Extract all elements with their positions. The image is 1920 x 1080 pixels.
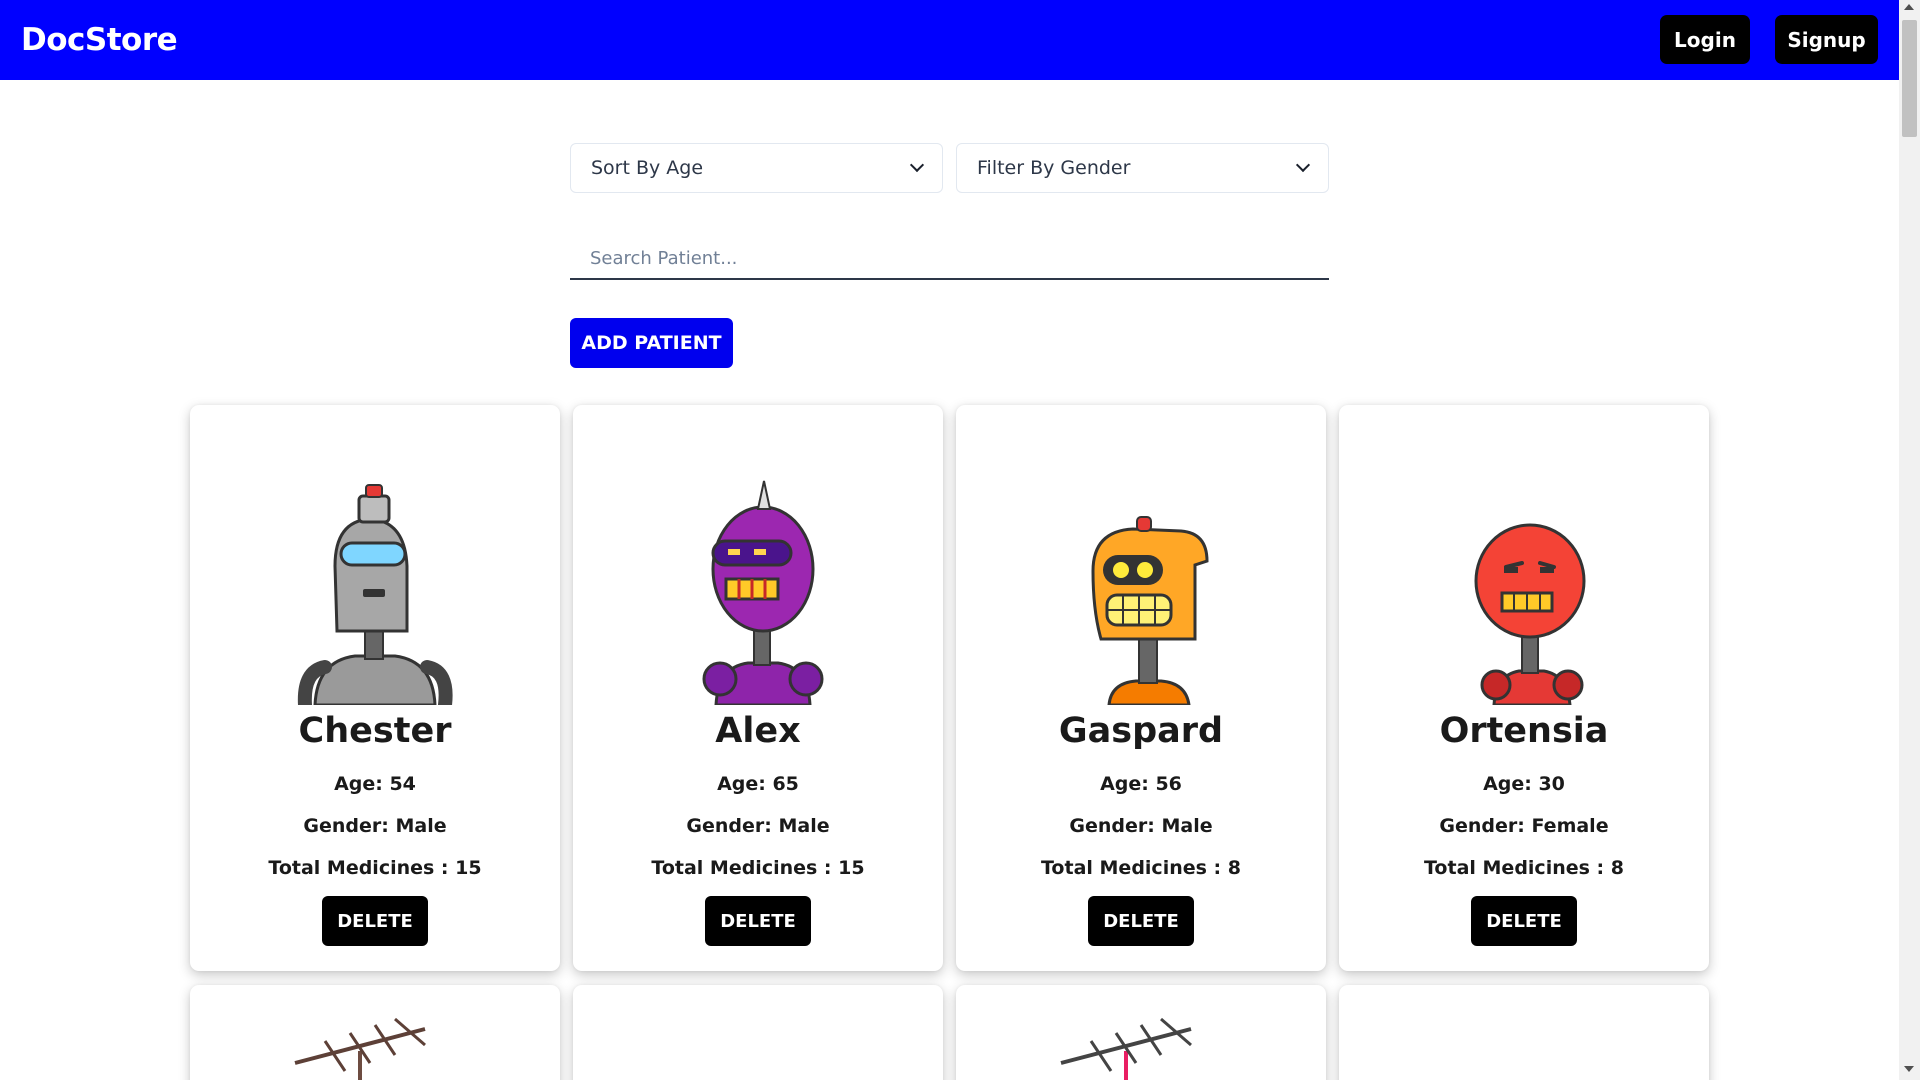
delete-button[interactable]: DELETE — [322, 896, 428, 946]
patient-total-medicines: Total Medicines : 15 — [268, 857, 482, 879]
brand-logo[interactable]: DocStore — [21, 22, 178, 58]
antenna-robot-icon — [1060, 1017, 1192, 1080]
patient-age: Age: 30 — [1483, 773, 1565, 795]
patient-total-medicines: Total Medicines : 8 — [1041, 857, 1241, 879]
patient-card: Gaspard Age: 56 Gender: Male Total Medic… — [956, 405, 1326, 971]
delete-button[interactable]: DELETE — [1088, 896, 1194, 946]
chevron-down-icon — [909, 157, 925, 173]
patient-name: Alex — [715, 711, 801, 751]
grey-robot-icon — [297, 484, 453, 705]
signup-button[interactable]: Signup — [1775, 15, 1878, 64]
sort-by-age-select[interactable]: Sort By Age — [570, 143, 943, 193]
purple-robot-icon — [702, 480, 824, 705]
delete-button[interactable]: DELETE — [705, 896, 811, 946]
patient-name: Gaspard — [1058, 711, 1224, 751]
red-robot-icon — [1474, 523, 1586, 705]
add-patient-button[interactable]: ADD PATIENT — [570, 318, 733, 368]
patient-card: Alex Age: 65 Gender: Male Total Medicine… — [573, 405, 943, 971]
patient-name: Ortensia — [1439, 711, 1609, 751]
patient-gender: Gender: Male — [686, 815, 830, 837]
patient-gender: Gender: Male — [303, 815, 447, 837]
filter-by-gender-select[interactable]: Filter By Gender — [956, 143, 1329, 193]
patient-card — [956, 985, 1326, 1080]
patient-card — [1339, 985, 1709, 1080]
patient-gender: Gender: Female — [1439, 815, 1609, 837]
navbar: DocStore Login Signup — [0, 0, 1899, 80]
patient-age: Age: 65 — [717, 773, 799, 795]
patient-total-medicines: Total Medicines : 8 — [1424, 857, 1624, 879]
scroll-down-arrow-icon[interactable] — [1904, 1066, 1914, 1072]
patient-card — [573, 985, 943, 1080]
patient-card — [190, 985, 560, 1080]
patient-total-medicines: Total Medicines : 15 — [651, 857, 865, 879]
scroll-up-arrow-icon[interactable] — [1904, 4, 1914, 10]
scroll-thumb[interactable] — [1902, 20, 1917, 137]
search-patient-input[interactable] — [570, 234, 1329, 280]
patient-age: Age: 54 — [334, 773, 416, 795]
chevron-down-icon — [1295, 157, 1311, 173]
gender-select-value: Filter By Gender — [977, 157, 1131, 179]
patient-card: Ortensia Age: 30 Gender: Female Total Me… — [1339, 405, 1709, 971]
delete-button[interactable]: DELETE — [1471, 896, 1577, 946]
login-button[interactable]: Login — [1660, 15, 1750, 64]
orange-robot-icon — [1091, 516, 1209, 705]
sort-select-value: Sort By Age — [591, 157, 704, 179]
page-scrollbar[interactable] — [1899, 0, 1920, 1080]
patient-card: Chester Age: 54 Gender: Male Total Medic… — [190, 405, 560, 971]
antenna-robot-icon — [294, 1017, 426, 1080]
patient-age: Age: 56 — [1100, 773, 1182, 795]
patient-gender: Gender: Male — [1069, 815, 1213, 837]
patient-name: Chester — [298, 711, 452, 751]
